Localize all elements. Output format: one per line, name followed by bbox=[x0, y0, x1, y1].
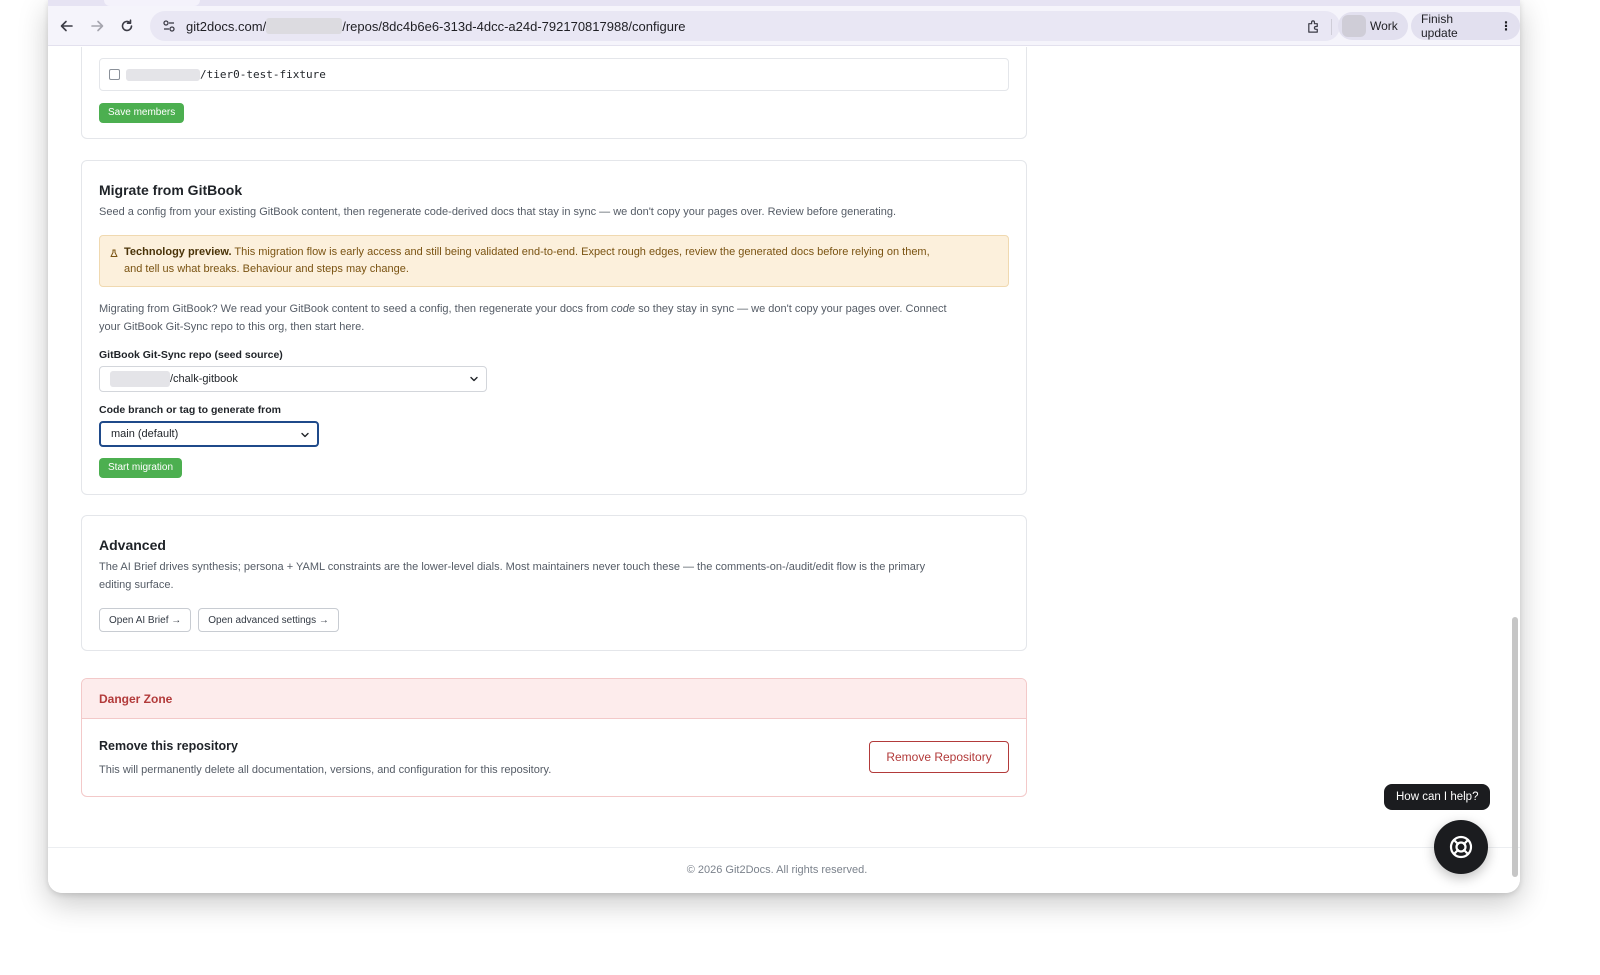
puzzle-icon bbox=[1307, 19, 1318, 33]
notice-line-1: Technology preview. This migration flow … bbox=[124, 244, 992, 261]
page-viewport: /tier0-test-fixture Save members Migrate… bbox=[48, 47, 1520, 893]
branch-select-label: Code branch or tag to generate from bbox=[99, 404, 282, 416]
reload-button[interactable] bbox=[112, 11, 142, 41]
redacted-org bbox=[126, 68, 200, 81]
finish-update-label: Finish update bbox=[1421, 12, 1458, 40]
list-item[interactable]: /tier0-test-fixture bbox=[99, 58, 1009, 91]
footer-copyright: © 2026 Git2Docs. All rights reserved. bbox=[686, 864, 868, 876]
open-advanced-settings-button[interactable]: Open advanced settings → bbox=[198, 608, 339, 632]
branch-select-value: main (default) bbox=[111, 428, 179, 440]
technology-preview-notice: Technology preview. This migration flow … bbox=[99, 235, 1009, 287]
help-button[interactable] bbox=[1434, 820, 1488, 874]
notice-strong: Technology preview. bbox=[124, 246, 232, 258]
danger-zone-card: Danger Zone Remove this repository This … bbox=[81, 678, 1027, 797]
flask-icon bbox=[110, 247, 118, 264]
browser-window: git2docs.com/ /repos/8dc4b6e6-313d-4dcc-… bbox=[48, 0, 1520, 893]
lifebuoy-icon bbox=[1449, 835, 1473, 859]
toolbar-divider bbox=[1331, 19, 1332, 35]
intro-b: so they stay in sync — we don't copy you… bbox=[635, 303, 947, 315]
advanced-description-line-2: editing surface. bbox=[99, 579, 174, 591]
site-info-button[interactable] bbox=[158, 15, 180, 37]
advanced-description-line-1: The AI Brief drives synthesis; persona +… bbox=[99, 561, 926, 573]
chevron-down-icon bbox=[469, 374, 479, 387]
forward-arrow-icon bbox=[91, 20, 104, 32]
save-members-button[interactable]: Save members bbox=[99, 102, 185, 123]
repo-select-value: /chalk-gitbook bbox=[170, 373, 238, 385]
remove-repository-button[interactable]: Remove Repository bbox=[869, 741, 1009, 773]
repo-select-label: GitBook Git-Sync repo (seed source) bbox=[99, 349, 283, 361]
members-card: /tier0-test-fixture Save members bbox=[81, 47, 1027, 139]
profile-button[interactable]: Work bbox=[1338, 12, 1408, 40]
back-button[interactable] bbox=[52, 11, 82, 41]
repo-name: /tier0-test-fixture bbox=[200, 68, 326, 81]
footer-divider bbox=[48, 847, 1520, 848]
page-scrollbar[interactable] bbox=[1512, 617, 1518, 877]
start-migration-button[interactable]: Start migration bbox=[99, 457, 183, 478]
repo-checkbox[interactable] bbox=[109, 69, 120, 80]
danger-zone-title: Danger Zone bbox=[99, 691, 173, 706]
intro-code: code bbox=[611, 303, 636, 315]
branch-select[interactable]: main (default) bbox=[99, 421, 319, 447]
advanced-title: Advanced bbox=[99, 537, 166, 553]
notice-text-1: This migration flow is early access and … bbox=[231, 246, 930, 258]
migrate-intro: Migrating from GitBook? We read your Git… bbox=[99, 300, 947, 336]
reload-icon bbox=[121, 19, 133, 32]
address-bar[interactable]: git2docs.com/ /repos/8dc4b6e6-313d-4dcc-… bbox=[150, 11, 1405, 41]
browser-toolbar: git2docs.com/ /repos/8dc4b6e6-313d-4dcc-… bbox=[48, 6, 1520, 46]
finish-update-button[interactable]: Finish update ⋮ bbox=[1411, 12, 1520, 40]
remove-repo-description: This will permanently delete all documen… bbox=[99, 764, 552, 776]
intro-a: Migrating from GitBook? We read your Git… bbox=[99, 303, 612, 315]
migrate-title: Migrate from GitBook bbox=[99, 182, 243, 198]
migrate-subtitle: Seed a config from your existing GitBook… bbox=[99, 206, 896, 218]
remove-repo-heading: Remove this repository bbox=[99, 739, 238, 753]
chevron-down-icon bbox=[300, 430, 310, 443]
help-prompt-bubble[interactable]: How can I help? bbox=[1384, 784, 1491, 810]
intro-line-2: your GitBook Git-Sync repo to this org, … bbox=[99, 321, 365, 333]
danger-zone-header: Danger Zone bbox=[82, 679, 1026, 719]
tune-icon bbox=[163, 20, 175, 32]
url-suffix: /repos/8dc4b6e6-313d-4dcc-a24d-792170817… bbox=[342, 18, 686, 34]
avatar bbox=[1342, 15, 1366, 37]
advanced-card: Advanced The AI Brief drives synthesis; … bbox=[81, 515, 1027, 651]
notice-line-2: and tell us what breaks. Behaviour and s… bbox=[124, 263, 409, 275]
extensions-button[interactable] bbox=[1298, 11, 1328, 41]
redacted-org bbox=[266, 18, 343, 34]
redacted-org bbox=[110, 371, 170, 387]
profile-label: Work bbox=[1370, 19, 1398, 33]
open-ai-brief-button[interactable]: Open AI Brief → bbox=[99, 608, 192, 632]
migrate-card: Migrate from GitBook Seed a config from … bbox=[81, 160, 1027, 495]
gitbook-repo-select[interactable]: /chalk-gitbook bbox=[99, 366, 487, 392]
menu-dots-icon: ⋮ bbox=[1500, 19, 1512, 33]
url-prefix: git2docs.com/ bbox=[186, 18, 267, 34]
forward-button[interactable] bbox=[82, 11, 112, 41]
advanced-description: The AI Brief drives synthesis; persona +… bbox=[99, 558, 925, 594]
back-arrow-icon bbox=[60, 20, 73, 32]
